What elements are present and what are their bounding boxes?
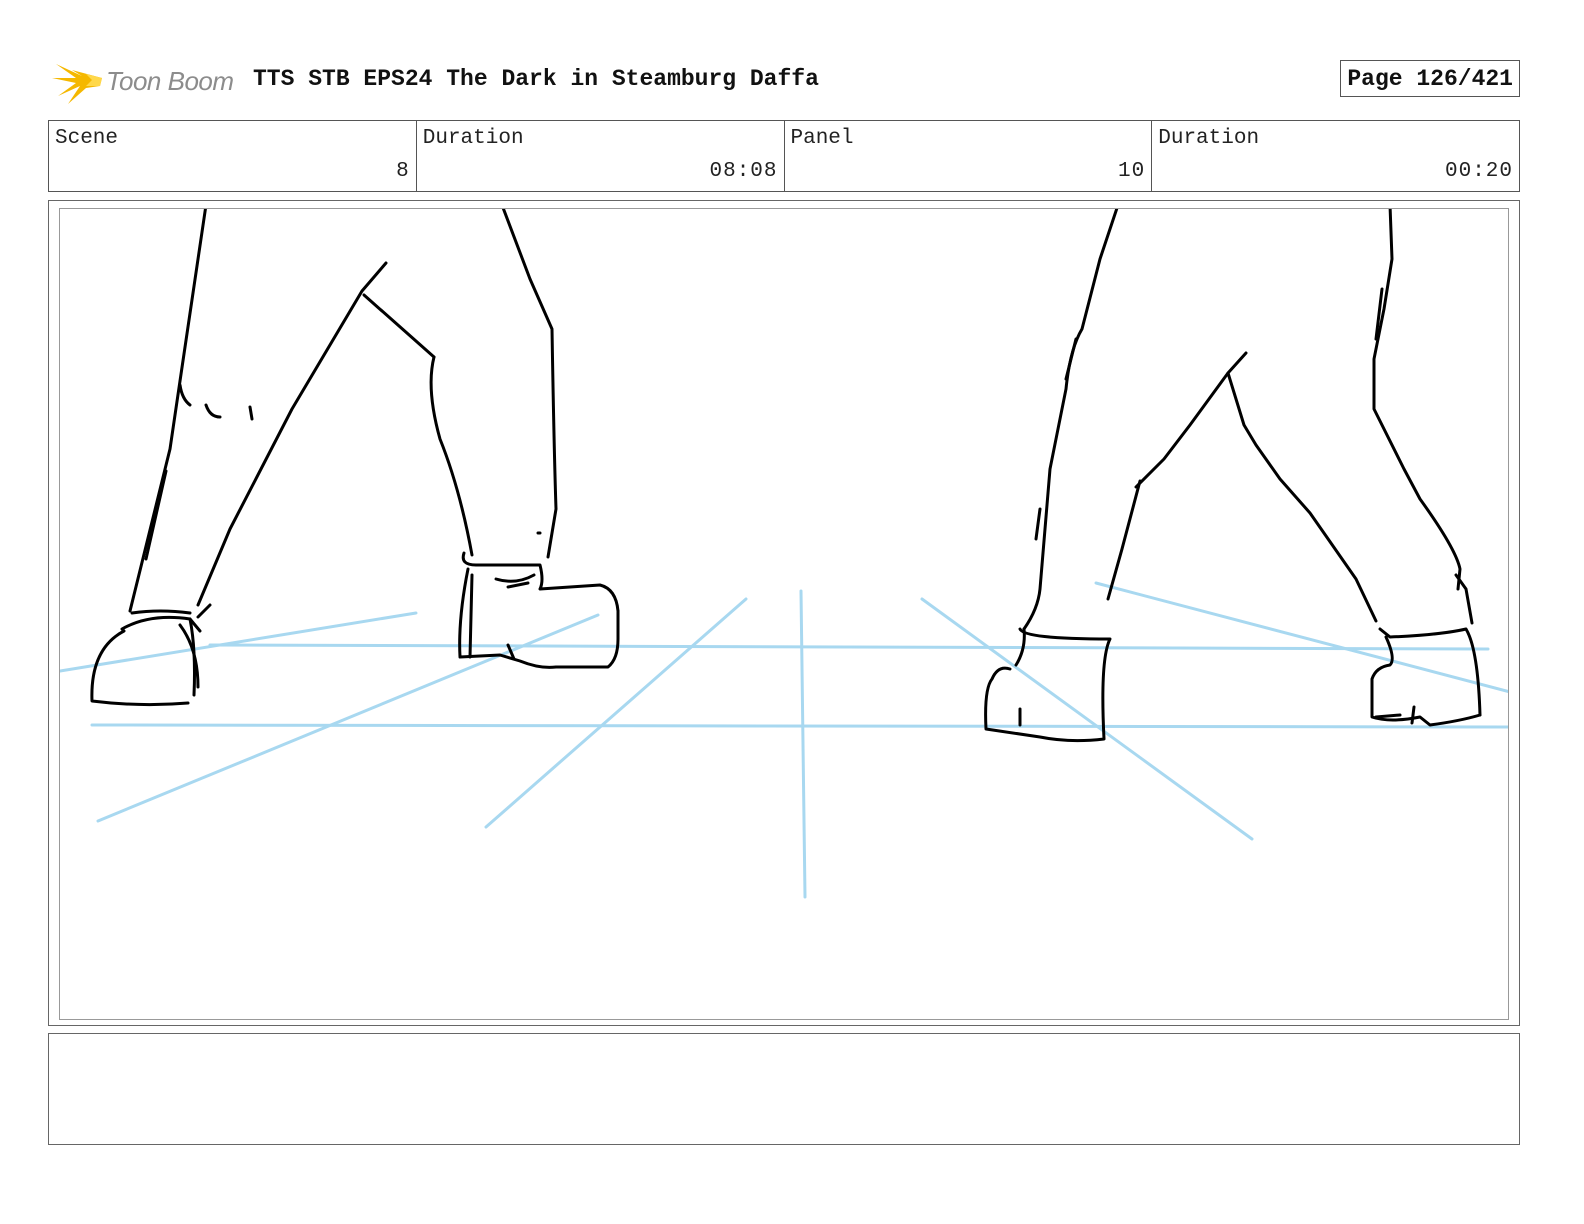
scene-duration-cell: Duration 08:08 xyxy=(417,121,785,191)
document-title: TTS STB EPS24 The Dark in Steamburg Daff… xyxy=(253,66,819,92)
panel-sketch xyxy=(60,209,1508,899)
logo-text: Toon Boom xyxy=(106,65,234,96)
scene-cell: Scene 8 xyxy=(49,121,417,191)
scene-duration-value: 08:08 xyxy=(709,160,778,183)
panel-value: 10 xyxy=(1118,160,1146,183)
perspective-guides xyxy=(60,581,1508,899)
panel-duration-label: Duration xyxy=(1158,127,1260,150)
scene-info-row: Scene 8 Duration 08:08 Panel 10 Duration… xyxy=(48,120,1520,192)
storyboard-panel-frame xyxy=(48,200,1520,1026)
panel-cell: Panel 10 xyxy=(785,121,1153,191)
panel-duration-value: 00:20 xyxy=(1444,160,1513,183)
panel-label: Panel xyxy=(790,127,854,150)
toon-boom-logo: Toon Boom xyxy=(52,56,234,106)
page-number: Page 126/421 xyxy=(1340,60,1520,97)
legs-sketch xyxy=(90,209,1482,743)
page-header: Toon Boom TTS STB EPS24 The Dark in Stea… xyxy=(48,52,1520,108)
scene-duration-label: Duration xyxy=(422,127,524,150)
panel-duration-cell: Duration 00:20 xyxy=(1152,121,1519,191)
panel-notes-area xyxy=(48,1033,1520,1145)
storyboard-panel xyxy=(59,208,1509,1020)
scene-value: 8 xyxy=(396,160,410,183)
flame-logo-icon xyxy=(52,64,102,104)
scene-label: Scene xyxy=(55,127,119,150)
